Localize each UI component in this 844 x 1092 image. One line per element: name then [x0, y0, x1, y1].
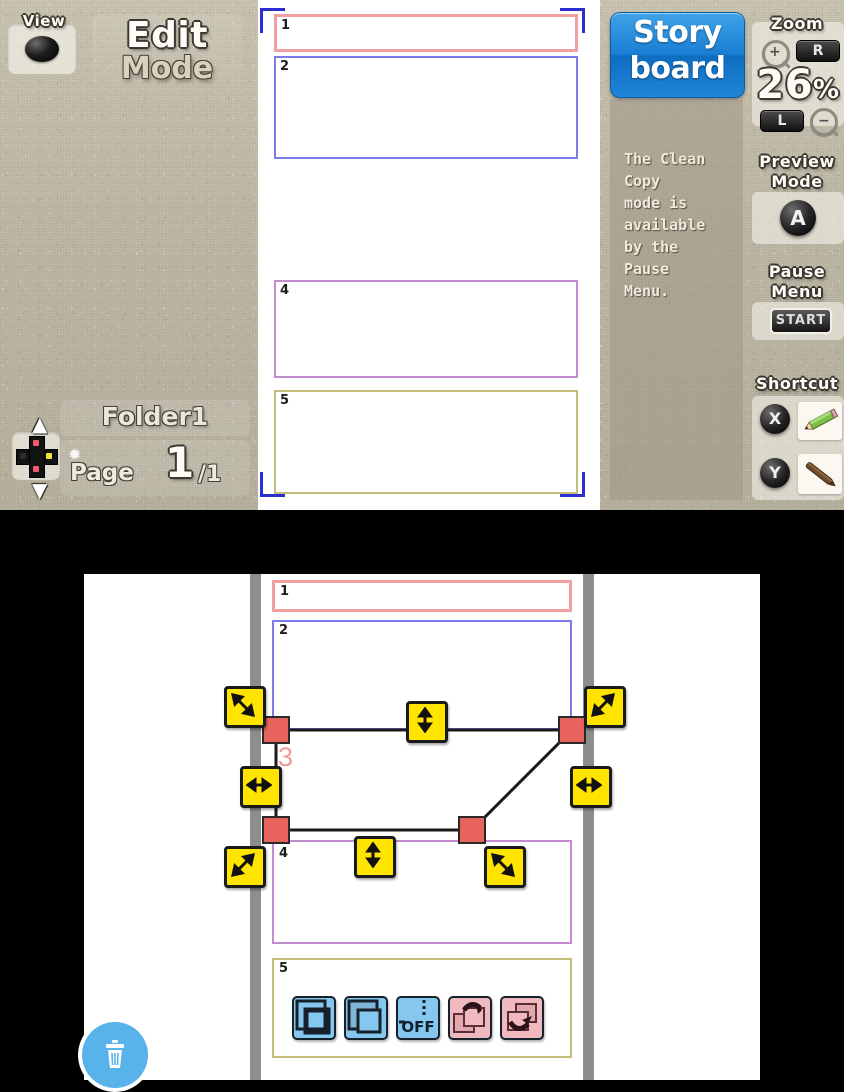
frame-2[interactable]: 2 [274, 56, 578, 159]
page-current: 1 [165, 438, 195, 487]
hint-text: The Clean Copy mode is available by the … [624, 150, 706, 300]
pause-menu-title-line1: Pause [768, 262, 826, 281]
right-panel: Story board The Clean Copy mode is avail… [600, 0, 844, 510]
hint-panel: The Clean Copy mode is available by the … [610, 100, 743, 500]
view-button[interactable]: View [8, 12, 76, 74]
storyboard-tab[interactable]: Story board [610, 12, 745, 98]
selection-bracket-top-left [260, 8, 285, 33]
shoulder-button-left[interactable]: L [760, 110, 804, 132]
top-screen: View Edit Mode Folder1 Page 1 /1 ▲ ▼ ✹ 1 [0, 0, 844, 510]
panel-corner-fill-icon[interactable] [292, 996, 336, 1040]
view-button-label: View [22, 12, 66, 30]
panel-outline-icon[interactable] [344, 996, 388, 1040]
shoulder-button-right[interactable]: R [796, 40, 840, 62]
vertical-arrow-icon[interactable] [354, 836, 396, 878]
frame-4[interactable]: 4 [274, 280, 578, 378]
horizontal-arrow-icon[interactable] [570, 766, 612, 808]
selection-bracket-bottom-left [260, 472, 285, 497]
storyboard-page-preview[interactable]: 1 2 4 5 [258, 0, 600, 510]
rotate-forward-icon[interactable] [448, 996, 492, 1040]
dpad-icon [16, 436, 58, 478]
y-button-label: Y [769, 463, 781, 482]
frame-number: 5 [279, 961, 289, 976]
sparkle-icon: ✹ [68, 445, 82, 464]
magnifier-minus-icon[interactable]: − [810, 108, 838, 136]
brown-pen-icon[interactable] [798, 454, 842, 494]
a-button-label: A [790, 206, 806, 230]
storyboard-tab-line1: Story [633, 15, 722, 50]
green-pencil-icon[interactable] [798, 402, 842, 440]
split-off-icon[interactable]: OFF [396, 996, 440, 1040]
frame-number: 2 [279, 623, 289, 638]
start-button[interactable]: START [770, 308, 832, 334]
vertical-arrow-icon[interactable] [406, 701, 448, 743]
zoom-value: 26 [756, 62, 814, 108]
frame-number: 1 [280, 584, 290, 599]
delete-button[interactable] [82, 1022, 148, 1088]
dpad-down-arrow-icon: ▼ [32, 478, 48, 502]
zoom-unit: % [813, 75, 840, 105]
editor-frame-4[interactable]: 4 [272, 840, 572, 944]
shortcut-title: Shortcut [756, 374, 838, 393]
circle-dot-icon [25, 36, 59, 62]
page-indicator[interactable]: Page 1 /1 [60, 438, 250, 496]
a-button[interactable]: A [780, 200, 816, 236]
selection-bracket-top-right [560, 8, 585, 33]
zoom-value-row: 26% [752, 62, 844, 108]
diagonal-nw-se-arrow-icon[interactable] [224, 686, 266, 728]
x-button[interactable]: X [760, 404, 790, 434]
storyboard-tab-line2: board [629, 51, 726, 86]
frame-number: 4 [279, 846, 289, 861]
handle-bottom-left[interactable] [262, 816, 290, 844]
selection-bracket-bottom-right [560, 472, 585, 497]
rotate-backward-icon[interactable] [500, 996, 544, 1040]
zoom-title: Zoom [770, 14, 824, 33]
preview-mode-title-line1: Preview [759, 152, 835, 171]
handle-bottom-right[interactable] [458, 816, 486, 844]
frame-number: 2 [280, 59, 290, 74]
page-total: /1 [198, 462, 222, 487]
dpad-control[interactable]: ▲ ▼ ✹ [12, 412, 81, 502]
page-canvas: 1 2 4 5 [260, 0, 598, 510]
handle-top-right[interactable] [558, 716, 586, 744]
trash-icon [106, 1040, 124, 1068]
split-off-label: OFF [401, 1018, 434, 1036]
diagonal-ne-sw-arrow-icon[interactable] [224, 846, 266, 888]
mode-title: Edit Mode [92, 14, 242, 86]
preview-mode-title-line2: Mode [771, 172, 823, 191]
editor-frame-1[interactable]: 1 [272, 580, 572, 612]
y-button[interactable]: Y [760, 458, 790, 488]
frame-number: 4 [280, 283, 290, 298]
frame-5[interactable]: 5 [274, 390, 578, 494]
frame-1[interactable]: 1 [274, 14, 578, 52]
frame-number: 5 [280, 393, 290, 408]
mode-title-line2: Mode [120, 51, 214, 86]
folder-indicator[interactable]: Folder1 [60, 400, 250, 436]
folder-name-label: Folder1 [101, 402, 209, 431]
horizontal-arrow-icon[interactable] [240, 766, 282, 808]
handle-top-left[interactable] [262, 716, 290, 744]
pause-menu-title-line2: Menu [771, 282, 823, 301]
diagonal-nw-se-arrow-icon[interactable] [484, 846, 526, 888]
x-button-label: X [768, 409, 782, 428]
diagonal-ne-sw-arrow-icon[interactable] [584, 686, 626, 728]
dpad-up-arrow-icon: ▲ [32, 412, 48, 436]
